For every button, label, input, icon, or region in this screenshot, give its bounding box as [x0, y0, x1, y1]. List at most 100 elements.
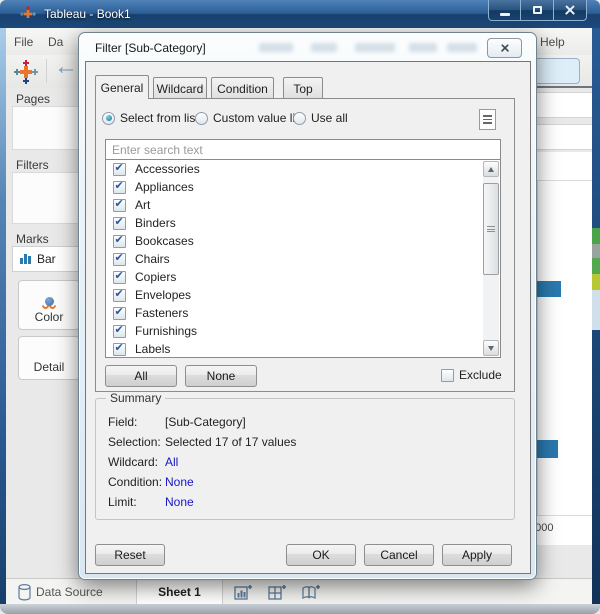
undo-back-icon[interactable]: [54, 53, 78, 81]
cancel-button[interactable]: Cancel: [364, 544, 434, 566]
list-item[interactable]: Chairs: [106, 250, 500, 268]
summary-label: Field:: [108, 415, 165, 429]
checkbox-checked-icon[interactable]: [113, 217, 126, 230]
scroll-down-button[interactable]: [483, 340, 499, 356]
summary-limit-link[interactable]: None: [165, 495, 194, 509]
desktop-peek: [592, 290, 600, 330]
tab-condition[interactable]: Condition: [211, 77, 274, 99]
list-menu-button[interactable]: [479, 109, 496, 130]
menu-help[interactable]: Help: [540, 35, 565, 49]
desktop-peek: [592, 258, 600, 274]
menu-file[interactable]: File: [14, 35, 33, 49]
color-button-label: Color: [35, 310, 64, 324]
marks-card-label: Marks: [16, 232, 49, 246]
maximize-button[interactable]: [521, 0, 554, 21]
list-item[interactable]: Labels: [106, 340, 500, 358]
checkbox-checked-icon[interactable]: [113, 181, 126, 194]
list-item[interactable]: Envelopes: [106, 286, 500, 304]
summary-row-limit: Limit: None: [108, 492, 296, 512]
reset-button[interactable]: Reset: [95, 544, 165, 566]
glass-blur: [259, 43, 293, 52]
list-item[interactable]: Binders: [106, 214, 500, 232]
color-button[interactable]: Color: [18, 280, 80, 330]
checkbox-checked-icon[interactable]: [113, 235, 126, 248]
checkbox-checked-icon[interactable]: [113, 199, 126, 212]
rows-shelf[interactable]: [532, 124, 594, 150]
checkbox-checked-icon[interactable]: [113, 163, 126, 176]
tab-general[interactable]: General: [95, 75, 149, 99]
list-item[interactable]: Appliances: [106, 178, 500, 196]
ok-button-label: OK: [312, 548, 329, 562]
exclude-label: Exclude: [459, 368, 502, 382]
radio-custom-value-list[interactable]: Custom value list: [195, 110, 304, 126]
tableau-logo-icon: [20, 6, 36, 22]
arrow-down-icon: [488, 346, 494, 351]
window-controls: [488, 0, 587, 21]
checkbox-checked-icon[interactable]: [113, 307, 126, 320]
radio-icon: [195, 112, 208, 125]
chart-pane-border: [537, 515, 592, 516]
list-item-label: Accessories: [135, 162, 200, 176]
scroll-up-button[interactable]: [483, 161, 499, 177]
all-button[interactable]: All: [105, 365, 177, 387]
tab-sheet1[interactable]: Sheet 1: [137, 579, 223, 605]
menu-data[interactable]: Da: [48, 35, 63, 49]
detail-button[interactable]: Detail: [18, 336, 80, 380]
list-item-label: Art: [135, 198, 150, 212]
list-item[interactable]: Furnishings: [106, 322, 500, 340]
list-item-label: Appliances: [135, 180, 194, 194]
summary-row-selection: Selection: Selected 17 of 17 values: [108, 432, 296, 452]
window-left-border: [0, 28, 6, 604]
minimize-button[interactable]: [488, 0, 521, 21]
ok-button[interactable]: OK: [286, 544, 356, 566]
list-item-label: Binders: [135, 216, 176, 230]
summary-groupbox: Summary Field: [Sub-Category] Selection:…: [95, 398, 515, 520]
dialog-close-button[interactable]: [487, 38, 522, 58]
new-story-icon[interactable]: [302, 584, 320, 600]
none-button[interactable]: None: [185, 365, 257, 387]
close-button[interactable]: [554, 0, 587, 21]
toolbar-show-me-button[interactable]: [534, 58, 580, 84]
dialog-title: Filter [Sub-Category]: [95, 41, 206, 55]
checkbox-checked-icon[interactable]: [113, 253, 126, 266]
sheet-tab-label: Sheet 1: [158, 585, 201, 599]
tab-label: Condition: [217, 82, 268, 96]
checkbox-checked-icon[interactable]: [113, 325, 126, 338]
new-worksheet-icon[interactable]: [234, 584, 252, 600]
checkbox-checked-icon[interactable]: [113, 343, 126, 356]
none-button-label: None: [207, 369, 236, 383]
list-item[interactable]: Copiers: [106, 268, 500, 286]
radio-select-from-list[interactable]: Select from list: [102, 110, 199, 126]
list-item[interactable]: Fasteners: [106, 304, 500, 322]
list-item-label: Copiers: [135, 270, 176, 284]
desktop-peek: [592, 244, 600, 258]
window-title: Tableau - Book1: [44, 7, 131, 21]
summary-wildcard-link[interactable]: All: [165, 455, 178, 469]
tab-wildcard[interactable]: Wildcard: [153, 77, 207, 99]
list-item-label: Furnishings: [135, 324, 197, 338]
summary-condition-link[interactable]: None: [165, 475, 194, 489]
list-item[interactable]: Accessories: [106, 160, 500, 178]
list-item[interactable]: Bookcases: [106, 232, 500, 250]
filters-shelf-label: Filters: [16, 158, 49, 172]
exclude-checkbox[interactable]: Exclude: [441, 368, 502, 382]
list-item-label: Bookcases: [135, 234, 194, 248]
close-icon: [500, 43, 510, 53]
radio-use-all[interactable]: Use all: [293, 110, 348, 126]
minimize-icon: [500, 13, 510, 16]
tab-label: Wildcard: [157, 82, 204, 96]
apply-button[interactable]: Apply: [442, 544, 512, 566]
tab-top[interactable]: Top: [283, 77, 323, 99]
checkbox-unchecked-icon: [441, 369, 454, 382]
columns-shelf[interactable]: [532, 92, 594, 118]
scrollbar-thumb[interactable]: [483, 183, 499, 275]
summary-label: Condition:: [108, 475, 165, 489]
search-input[interactable]: [105, 139, 501, 160]
list-item[interactable]: Art: [106, 196, 500, 214]
tab-data-source[interactable]: Data Source: [36, 585, 103, 599]
color-icon: [45, 297, 54, 306]
scrollbar[interactable]: [483, 161, 499, 356]
new-dashboard-icon[interactable]: [268, 584, 286, 600]
checkbox-checked-icon[interactable]: [113, 271, 126, 284]
checkbox-checked-icon[interactable]: [113, 289, 126, 302]
